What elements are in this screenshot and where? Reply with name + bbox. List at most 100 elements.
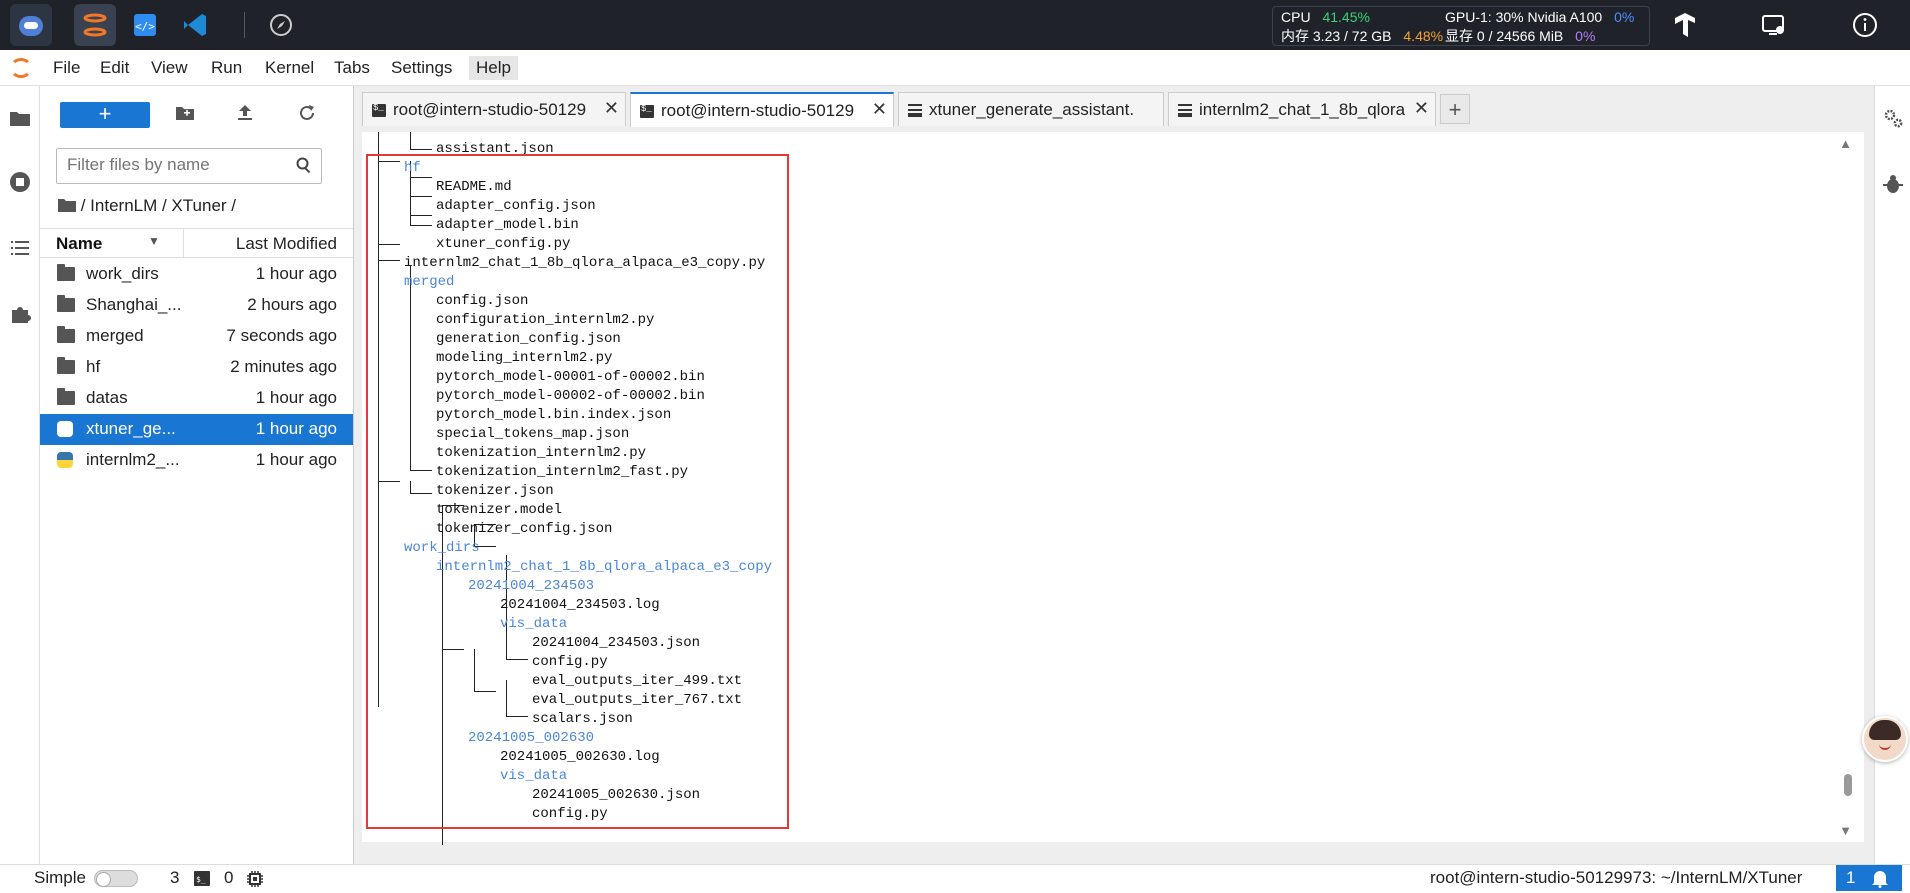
file-row-xtuner-generate[interactable]: xtuner_ge... 1 hour ago bbox=[40, 414, 353, 445]
file-modified: 7 seconds ago bbox=[226, 326, 337, 345]
file-name: internlm2_... bbox=[86, 450, 180, 469]
column-divider[interactable] bbox=[183, 229, 184, 257]
property-inspector-gear-icon[interactable] bbox=[1881, 106, 1905, 130]
file-browser-panel: + / InternLM / XTuner / Name ▼ Last Modi… bbox=[40, 86, 354, 864]
close-icon[interactable]: ✕ bbox=[872, 99, 887, 120]
folder-icon bbox=[57, 357, 75, 374]
file-name: merged bbox=[86, 326, 144, 345]
tab-label: root@intern-studio-50129 bbox=[393, 100, 587, 119]
monitor-settings-icon[interactable] bbox=[1758, 10, 1788, 40]
folder-icon bbox=[57, 295, 75, 312]
compass-icon[interactable] bbox=[260, 4, 302, 46]
menu-bar: File Edit View Run Kernel Tabs Settings … bbox=[0, 50, 1910, 86]
file-row-merged[interactable]: merged 7 seconds ago bbox=[40, 321, 353, 352]
file-name: Shanghai_... bbox=[86, 295, 182, 314]
file-row-work-dirs[interactable]: work_dirs 1 hour ago bbox=[40, 259, 353, 290]
scrollbar-thumb[interactable] bbox=[1844, 774, 1852, 796]
column-name-header[interactable]: Name bbox=[56, 234, 102, 254]
file-name: work_dirs bbox=[86, 264, 159, 283]
menu-help[interactable]: Help bbox=[469, 56, 518, 80]
tensorflow-icon[interactable] bbox=[1670, 10, 1700, 40]
notification-count: 1 bbox=[1846, 868, 1856, 887]
sort-caret-icon[interactable]: ▼ bbox=[148, 234, 160, 248]
info-icon[interactable] bbox=[1850, 10, 1880, 40]
tab-terminal-1[interactable]: root@intern-studio-50129 ✕ bbox=[362, 92, 626, 126]
new-folder-icon[interactable] bbox=[172, 102, 198, 128]
tab-xtuner-generate[interactable]: xtuner_generate_assistant. bbox=[898, 92, 1164, 126]
terminal-count[interactable]: 0 bbox=[224, 868, 233, 888]
bell-icon[interactable] bbox=[1870, 868, 1890, 893]
memory-value: 4.48% bbox=[1403, 28, 1444, 44]
assistant-avatar[interactable] bbox=[1862, 716, 1908, 762]
python-file-icon bbox=[57, 452, 73, 468]
resource-monitor: CPU 41.45% 内存 3.23 / 72 GB 4.48% GPU-1: … bbox=[1272, 6, 1650, 46]
gpu-label: GPU-1: 30% Nvidia A100 bbox=[1445, 9, 1603, 25]
debugger-bug-icon[interactable] bbox=[1881, 172, 1905, 196]
vram-label: 显存 0 / 24566 MiB bbox=[1445, 28, 1564, 44]
folder-icon bbox=[57, 388, 75, 405]
close-icon[interactable]: ✕ bbox=[1414, 98, 1429, 119]
tab-terminal-2[interactable]: root@intern-studio-50129 ✕ bbox=[630, 92, 894, 127]
file-modified: 1 hour ago bbox=[255, 450, 337, 469]
new-launcher-button[interactable]: + bbox=[60, 102, 150, 128]
tab-bar: root@intern-studio-50129 ✕ root@intern-s… bbox=[354, 86, 1874, 127]
menu-run[interactable]: Run bbox=[204, 56, 249, 80]
terminal-status-icon[interactable]: $_ bbox=[194, 871, 210, 891]
add-tab-button[interactable]: + bbox=[1440, 94, 1470, 124]
menu-tabs[interactable]: Tabs bbox=[327, 56, 377, 80]
filter-files-input[interactable] bbox=[57, 149, 277, 181]
current-path: root@intern-studio-50129973: ~/InternLM/… bbox=[1430, 868, 1803, 887]
close-icon[interactable]: ✕ bbox=[604, 98, 619, 119]
running-kernels-icon[interactable] bbox=[8, 170, 32, 194]
simple-mode-toggle[interactable] bbox=[94, 870, 138, 887]
file-modified: 1 hour ago bbox=[255, 419, 337, 438]
simple-mode-label: Simple bbox=[34, 868, 86, 887]
breadcrumb: / InternLM / XTuner / bbox=[58, 196, 236, 216]
breadcrumb-folder-icon[interactable] bbox=[58, 196, 81, 215]
refresh-icon[interactable] bbox=[294, 102, 320, 128]
tab-internlm2-config[interactable]: internlm2_chat_1_8b_qlora ✕ bbox=[1168, 92, 1436, 126]
terminal-icon bbox=[372, 103, 386, 117]
file-name: hf bbox=[86, 357, 101, 376]
file-name: xtuner_ge... bbox=[86, 419, 176, 438]
notification-badge[interactable]: 1 bbox=[1836, 865, 1902, 891]
file-row-datas[interactable]: datas 1 hour ago bbox=[40, 383, 353, 414]
tab-label: internlm2_chat_1_8b_qlora bbox=[1199, 100, 1405, 119]
menu-view[interactable]: View bbox=[144, 56, 195, 80]
search-icon[interactable] bbox=[295, 156, 313, 179]
left-sidebar bbox=[0, 86, 40, 864]
top-app-bar: </> CPU 41.45% 内存 3.23 / 72 GB 4.48% GPU… bbox=[0, 0, 1910, 50]
code-editor-app-icon[interactable]: </> bbox=[124, 4, 166, 46]
toolbar-divider bbox=[244, 12, 245, 38]
file-name: datas bbox=[86, 388, 128, 407]
menu-kernel[interactable]: Kernel bbox=[258, 56, 321, 80]
menu-edit[interactable]: Edit bbox=[93, 56, 136, 80]
python-file-icon bbox=[57, 421, 73, 437]
platform-logo[interactable] bbox=[10, 4, 52, 46]
jupyter-logo bbox=[10, 58, 32, 78]
gpu-value: 0% bbox=[1614, 9, 1635, 25]
vscode-app-icon[interactable] bbox=[174, 4, 216, 46]
extension-puzzle-icon[interactable] bbox=[8, 302, 32, 326]
terminal-panel[interactable]: assistant.json hf README.md adapter_conf… bbox=[362, 132, 1864, 845]
file-row-hf[interactable]: hf 2 minutes ago bbox=[40, 352, 353, 383]
scroll-up-arrow-icon[interactable]: ▲ bbox=[1839, 136, 1852, 151]
file-row-shanghai[interactable]: Shanghai_... 2 hours ago bbox=[40, 290, 353, 321]
table-of-contents-icon[interactable] bbox=[8, 236, 32, 260]
kernel-count[interactable]: 3 bbox=[170, 868, 179, 888]
jupyter-app-icon[interactable] bbox=[74, 4, 116, 46]
cpu-label: CPU bbox=[1281, 9, 1311, 25]
upload-icon[interactable] bbox=[232, 102, 258, 128]
menu-file[interactable]: File bbox=[46, 56, 87, 80]
column-modified-header[interactable]: Last Modified bbox=[236, 234, 337, 254]
file-row-internlm2[interactable]: internlm2_... 1 hour ago bbox=[40, 445, 353, 476]
scroll-down-arrow-icon[interactable]: ▼ bbox=[1839, 823, 1852, 838]
breadcrumb-path[interactable]: / InternLM / XTuner / bbox=[81, 196, 236, 215]
folder-icon[interactable] bbox=[8, 106, 32, 130]
memory-label: 内存 3.23 / 72 GB bbox=[1281, 28, 1392, 44]
file-list-header: Name ▼ Last Modified bbox=[40, 228, 353, 258]
filter-files-box bbox=[56, 148, 322, 184]
folder-icon bbox=[57, 264, 75, 281]
menu-settings[interactable]: Settings bbox=[384, 56, 459, 80]
folder-icon bbox=[57, 326, 75, 343]
